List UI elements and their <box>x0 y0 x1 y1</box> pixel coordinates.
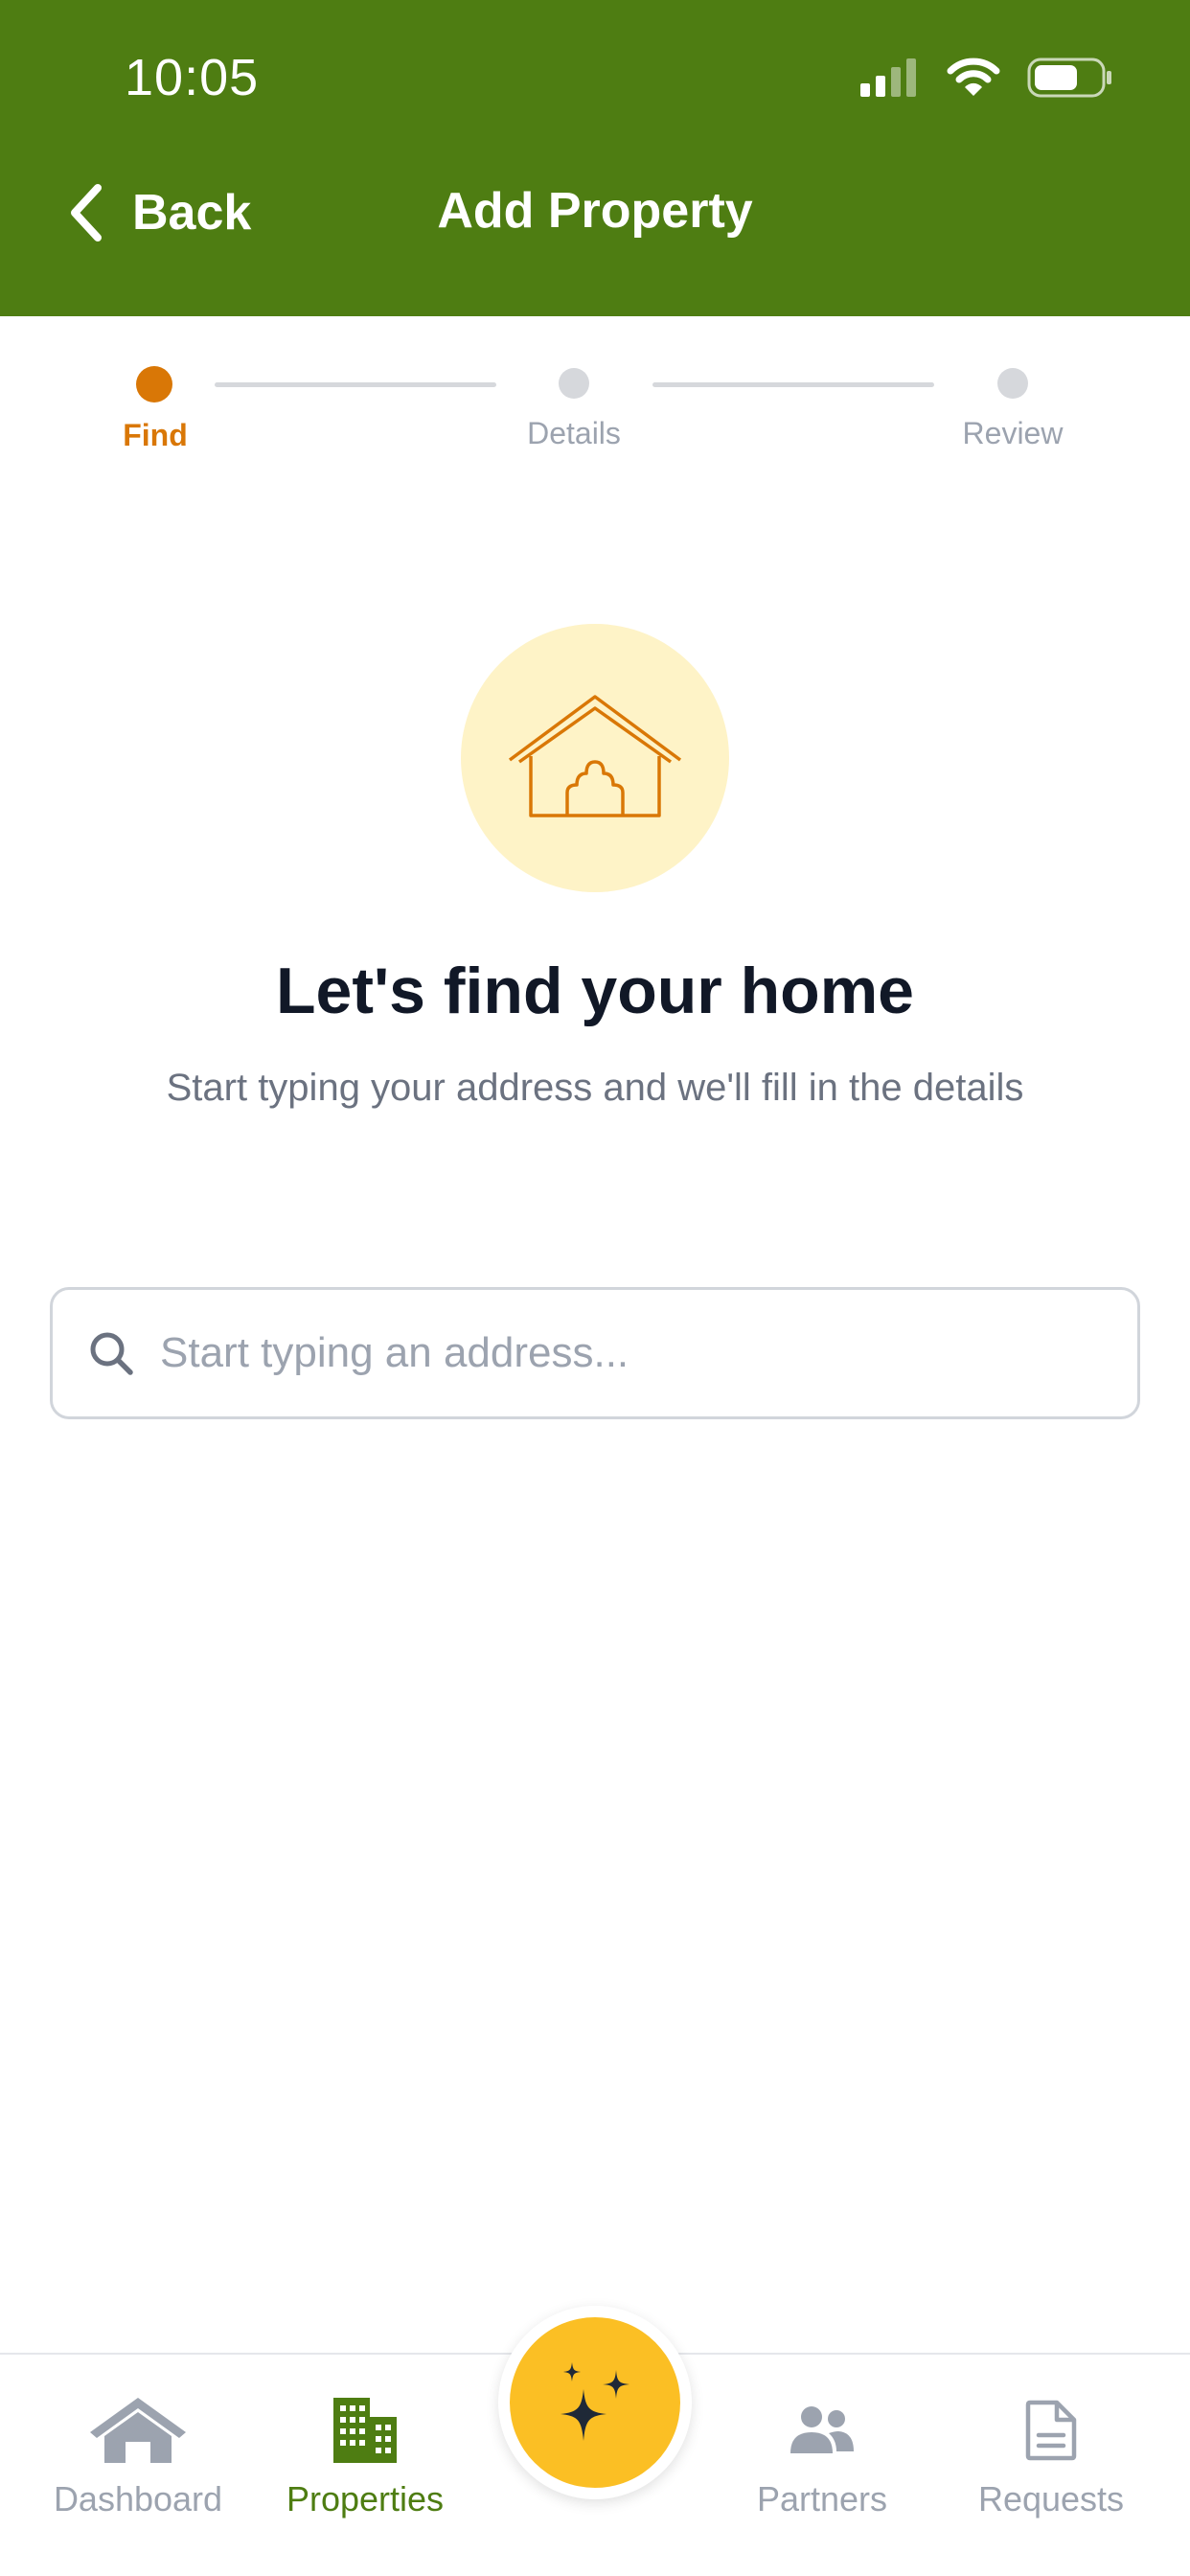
tab-requests-label: Requests <box>977 2479 1125 2518</box>
battery-icon <box>1027 58 1111 98</box>
cellular-signal-icon <box>860 58 916 97</box>
hero-subtitle: Start typing your address and we'll fill… <box>166 1067 1024 1109</box>
step-label-review: Review <box>962 416 1064 450</box>
tab-dashboard-label: Dashboard <box>53 2479 223 2518</box>
address-search-box[interactable] <box>50 1287 1140 1419</box>
tab-properties-label: Properties <box>286 2479 445 2518</box>
step-label-find: Find <box>123 418 188 452</box>
hero-title: Let's find your home <box>276 954 914 1027</box>
people-icon <box>789 2395 856 2466</box>
step-connector <box>652 382 934 387</box>
tab-partners[interactable]: Partners <box>707 2355 937 2546</box>
sparkles-icon <box>561 2362 629 2441</box>
building-icon <box>332 2395 399 2466</box>
step-label-details: Details <box>527 416 621 450</box>
tab-partners-label: Partners <box>756 2479 888 2518</box>
home-icon <box>87 2395 189 2466</box>
app-header: 10:05 Back Add Property <box>0 0 1190 316</box>
tab-properties[interactable]: Properties <box>250 2355 480 2546</box>
status-icons <box>860 54 1113 102</box>
step-dot-review <box>997 368 1028 399</box>
step-dot-details <box>559 368 589 399</box>
address-search-input[interactable] <box>158 1290 1137 1416</box>
hero-icon-circle <box>461 624 729 892</box>
page-title: Add Property <box>437 183 753 239</box>
search-icon <box>90 1332 133 1375</box>
tab-dashboard[interactable]: Dashboard <box>23 2355 253 2546</box>
tab-requests[interactable]: Requests <box>936 2355 1166 2546</box>
house-icon <box>508 695 682 817</box>
ai-assistant-button[interactable] <box>498 2306 692 2499</box>
document-icon <box>1024 2395 1078 2466</box>
step-connector <box>215 382 496 387</box>
status-time: 10:05 <box>125 49 260 106</box>
wifi-icon <box>947 58 1000 96</box>
progress-stepper: Find Details Review <box>0 316 1190 460</box>
step-dot-find <box>136 366 172 402</box>
